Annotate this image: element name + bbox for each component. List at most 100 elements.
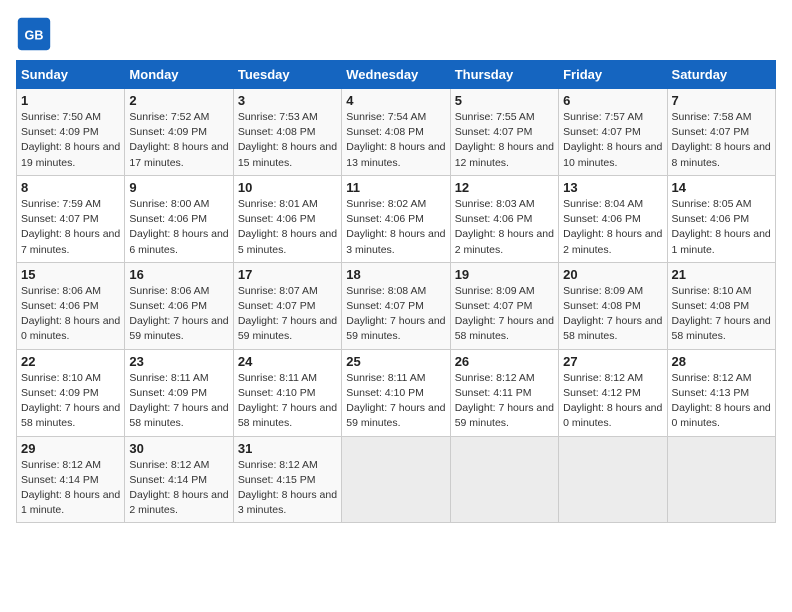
calendar-cell: 13 Sunrise: 8:04 AM Sunset: 4:06 PM Dayli… <box>559 175 667 262</box>
calendar-cell: 24 Sunrise: 8:11 AM Sunset: 4:10 PM Dayli… <box>233 349 341 436</box>
day-number: 25 <box>346 354 445 369</box>
calendar-cell: 14Sunrise: 8:05 AM Sunset: 4:06 PM Dayli… <box>667 175 775 262</box>
day-info: Sunrise: 7:50 AM Sunset: 4:09 PM Dayligh… <box>21 110 120 171</box>
day-info: Sunrise: 8:03 AM Sunset: 4:06 PM Dayligh… <box>455 197 554 258</box>
day-info: Sunrise: 7:55 AM Sunset: 4:07 PM Dayligh… <box>455 110 554 171</box>
day-info: Sunrise: 8:12 AM Sunset: 4:14 PM Dayligh… <box>129 458 228 519</box>
calendar-cell <box>559 436 667 523</box>
calendar-cell: 20 Sunrise: 8:09 AM Sunset: 4:08 PM Dayli… <box>559 262 667 349</box>
calendar-cell: 30 Sunrise: 8:12 AM Sunset: 4:14 PM Dayli… <box>125 436 233 523</box>
day-info: Sunrise: 8:07 AM Sunset: 4:07 PM Dayligh… <box>238 284 337 345</box>
day-info: Sunrise: 8:04 AM Sunset: 4:06 PM Dayligh… <box>563 197 662 258</box>
day-info: Sunrise: 8:09 AM Sunset: 4:08 PM Dayligh… <box>563 284 662 345</box>
calendar-cell: 21 Sunrise: 8:10 AM Sunset: 4:08 PM Dayli… <box>667 262 775 349</box>
logo-icon: GB <box>16 16 52 52</box>
day-info: Sunrise: 8:10 AM Sunset: 4:08 PM Dayligh… <box>672 284 771 345</box>
column-header-tuesday: Tuesday <box>233 61 341 89</box>
calendar-cell: 17 Sunrise: 8:07 AM Sunset: 4:07 PM Dayli… <box>233 262 341 349</box>
calendar-cell <box>342 436 450 523</box>
calendar-cell: 16 Sunrise: 8:06 AM Sunset: 4:06 PM Dayli… <box>125 262 233 349</box>
day-number: 15 <box>21 267 120 282</box>
week-row-4: 22Sunrise: 8:10 AM Sunset: 4:09 PM Dayli… <box>17 349 776 436</box>
day-number: 22 <box>21 354 120 369</box>
day-number: 4 <box>346 93 445 108</box>
day-number: 21 <box>672 267 771 282</box>
day-info: Sunrise: 8:12 AM Sunset: 4:11 PM Dayligh… <box>455 371 554 432</box>
week-row-3: 15 Sunrise: 8:06 AM Sunset: 4:06 PM Dayli… <box>17 262 776 349</box>
column-header-sunday: Sunday <box>17 61 125 89</box>
calendar-cell: 7 Sunrise: 7:58 AM Sunset: 4:07 PM Daylig… <box>667 89 775 176</box>
calendar-cell: 10 Sunrise: 8:01 AM Sunset: 4:06 PM Dayli… <box>233 175 341 262</box>
column-header-monday: Monday <box>125 61 233 89</box>
day-number: 31 <box>238 441 337 456</box>
day-number: 9 <box>129 180 228 195</box>
day-info: Sunrise: 7:59 AM Sunset: 4:07 PM Dayligh… <box>21 197 120 258</box>
day-number: 18 <box>346 267 445 282</box>
day-info: Sunrise: 8:11 AM Sunset: 4:10 PM Dayligh… <box>346 371 445 432</box>
calendar-cell: 23 Sunrise: 8:11 AM Sunset: 4:09 PM Dayli… <box>125 349 233 436</box>
day-info: Sunrise: 8:06 AM Sunset: 4:06 PM Dayligh… <box>129 284 228 345</box>
calendar-cell: 26Sunrise: 8:12 AM Sunset: 4:11 PM Dayli… <box>450 349 558 436</box>
day-number: 16 <box>129 267 228 282</box>
calendar-cell: 2 Sunrise: 7:52 AM Sunset: 4:09 PM Daylig… <box>125 89 233 176</box>
day-info: Sunrise: 8:12 AM Sunset: 4:14 PM Dayligh… <box>21 458 120 519</box>
day-number: 27 <box>563 354 662 369</box>
column-header-friday: Friday <box>559 61 667 89</box>
day-number: 6 <box>563 93 662 108</box>
day-number: 7 <box>672 93 771 108</box>
calendar-cell: 6 Sunrise: 7:57 AM Sunset: 4:07 PM Daylig… <box>559 89 667 176</box>
calendar-cell: 3 Sunrise: 7:53 AM Sunset: 4:08 PM Daylig… <box>233 89 341 176</box>
day-number: 24 <box>238 354 337 369</box>
calendar-cell: 11Sunrise: 8:02 AM Sunset: 4:06 PM Dayli… <box>342 175 450 262</box>
day-number: 19 <box>455 267 554 282</box>
day-info: Sunrise: 8:12 AM Sunset: 4:13 PM Dayligh… <box>672 371 771 432</box>
day-info: Sunrise: 8:00 AM Sunset: 4:06 PM Dayligh… <box>129 197 228 258</box>
day-info: Sunrise: 8:09 AM Sunset: 4:07 PM Dayligh… <box>455 284 554 345</box>
calendar-cell: 31 Sunrise: 8:12 AM Sunset: 4:15 PM Dayli… <box>233 436 341 523</box>
page-header: GB <box>16 16 776 52</box>
calendar-cell: 9 Sunrise: 8:00 AM Sunset: 4:06 PM Daylig… <box>125 175 233 262</box>
day-info: Sunrise: 8:06 AM Sunset: 4:06 PM Dayligh… <box>21 284 120 345</box>
calendar-cell: 19 Sunrise: 8:09 AM Sunset: 4:07 PM Dayli… <box>450 262 558 349</box>
week-row-2: 8 Sunrise: 7:59 AM Sunset: 4:07 PM Daylig… <box>17 175 776 262</box>
calendar-cell: 5 Sunrise: 7:55 AM Sunset: 4:07 PM Daylig… <box>450 89 558 176</box>
calendar-cell: 18Sunrise: 8:08 AM Sunset: 4:07 PM Dayli… <box>342 262 450 349</box>
day-info: Sunrise: 8:12 AM Sunset: 4:15 PM Dayligh… <box>238 458 337 519</box>
day-number: 1 <box>21 93 120 108</box>
day-number: 14 <box>672 180 771 195</box>
calendar-cell <box>667 436 775 523</box>
calendar-cell: 29 Sunrise: 8:12 AM Sunset: 4:14 PM Dayli… <box>17 436 125 523</box>
day-number: 30 <box>129 441 228 456</box>
calendar-body: 1 Sunrise: 7:50 AM Sunset: 4:09 PM Daylig… <box>17 89 776 523</box>
day-info: Sunrise: 7:57 AM Sunset: 4:07 PM Dayligh… <box>563 110 662 171</box>
day-info: Sunrise: 8:11 AM Sunset: 4:09 PM Dayligh… <box>129 371 228 432</box>
day-number: 13 <box>563 180 662 195</box>
column-header-thursday: Thursday <box>450 61 558 89</box>
calendar-cell: 8 Sunrise: 7:59 AM Sunset: 4:07 PM Daylig… <box>17 175 125 262</box>
day-info: Sunrise: 7:52 AM Sunset: 4:09 PM Dayligh… <box>129 110 228 171</box>
day-number: 23 <box>129 354 228 369</box>
day-info: Sunrise: 7:53 AM Sunset: 4:08 PM Dayligh… <box>238 110 337 171</box>
day-number: 29 <box>21 441 120 456</box>
day-number: 17 <box>238 267 337 282</box>
day-number: 8 <box>21 180 120 195</box>
column-header-saturday: Saturday <box>667 61 775 89</box>
day-info: Sunrise: 8:01 AM Sunset: 4:06 PM Dayligh… <box>238 197 337 258</box>
day-info: Sunrise: 8:02 AM Sunset: 4:06 PM Dayligh… <box>346 197 445 258</box>
calendar-cell: 12Sunrise: 8:03 AM Sunset: 4:06 PM Dayli… <box>450 175 558 262</box>
svg-text:GB: GB <box>25 28 44 42</box>
day-number: 3 <box>238 93 337 108</box>
day-info: Sunrise: 7:58 AM Sunset: 4:07 PM Dayligh… <box>672 110 771 171</box>
day-number: 2 <box>129 93 228 108</box>
calendar-cell <box>450 436 558 523</box>
day-info: Sunrise: 8:12 AM Sunset: 4:12 PM Dayligh… <box>563 371 662 432</box>
calendar-cell: 28Sunrise: 8:12 AM Sunset: 4:13 PM Dayli… <box>667 349 775 436</box>
week-row-1: 1 Sunrise: 7:50 AM Sunset: 4:09 PM Daylig… <box>17 89 776 176</box>
calendar-cell: 15 Sunrise: 8:06 AM Sunset: 4:06 PM Dayli… <box>17 262 125 349</box>
calendar-cell: 4Sunrise: 7:54 AM Sunset: 4:08 PM Daylig… <box>342 89 450 176</box>
day-info: Sunrise: 8:11 AM Sunset: 4:10 PM Dayligh… <box>238 371 337 432</box>
day-number: 10 <box>238 180 337 195</box>
day-number: 5 <box>455 93 554 108</box>
day-number: 20 <box>563 267 662 282</box>
calendar-cell: 1 Sunrise: 7:50 AM Sunset: 4:09 PM Daylig… <box>17 89 125 176</box>
